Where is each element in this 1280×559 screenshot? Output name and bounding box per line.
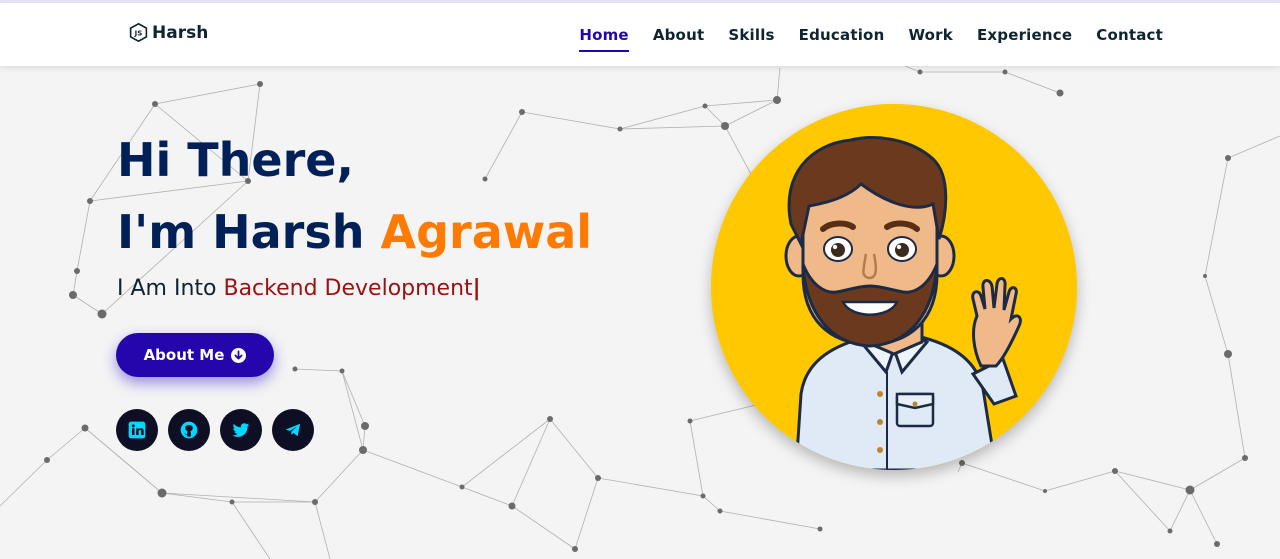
typing-caret: | <box>472 276 481 301</box>
arrow-circle-down-icon <box>231 347 247 363</box>
js-hexagon-icon: JS <box>129 22 148 43</box>
github-link[interactable] <box>168 409 210 451</box>
nav-education[interactable]: Education <box>799 20 885 50</box>
main-nav: Home About Skills Education Work Experie… <box>579 3 1163 66</box>
about-me-button[interactable]: About Me <box>116 333 274 377</box>
hero-role-prefix: I Am Into <box>117 276 217 301</box>
about-me-label: About Me <box>143 346 225 364</box>
nav-about[interactable]: About <box>653 20 705 50</box>
linkedin-icon <box>128 421 146 439</box>
hero-intro: I'm Harsh Agrawal <box>117 202 592 262</box>
social-links <box>116 409 314 451</box>
cartoon-avatar-image <box>711 104 1077 470</box>
github-icon <box>180 421 198 439</box>
nav-skills[interactable]: Skills <box>728 20 774 50</box>
hero-role-typed: Backend Development <box>223 276 473 301</box>
twitter-icon <box>232 423 250 437</box>
twitter-link[interactable] <box>220 409 262 451</box>
linkedin-link[interactable] <box>116 409 158 451</box>
nav-experience[interactable]: Experience <box>977 20 1072 50</box>
brand-name: Harsh <box>152 22 209 43</box>
navbar: JS Harsh Home About Skills Education Wor… <box>0 3 1280 66</box>
hero-intro-accent: Agrawal <box>380 205 593 259</box>
telegram-icon <box>285 423 301 437</box>
svg-text:JS: JS <box>134 30 143 38</box>
brand-logo[interactable]: JS Harsh <box>128 22 208 43</box>
hero-intro-name: I'm Harsh <box>117 205 365 259</box>
hero-greeting: Hi There, <box>117 133 354 187</box>
nav-contact[interactable]: Contact <box>1096 20 1163 50</box>
nav-home[interactable]: Home <box>579 20 630 52</box>
profile-avatar <box>711 104 1077 470</box>
nav-work[interactable]: Work <box>908 20 953 50</box>
hero-text: Hi There, I'm Harsh Agrawal I Am Into Ba… <box>117 130 592 301</box>
telegram-link[interactable] <box>272 409 314 451</box>
hero-role: I Am Into Backend Development| <box>117 276 592 301</box>
